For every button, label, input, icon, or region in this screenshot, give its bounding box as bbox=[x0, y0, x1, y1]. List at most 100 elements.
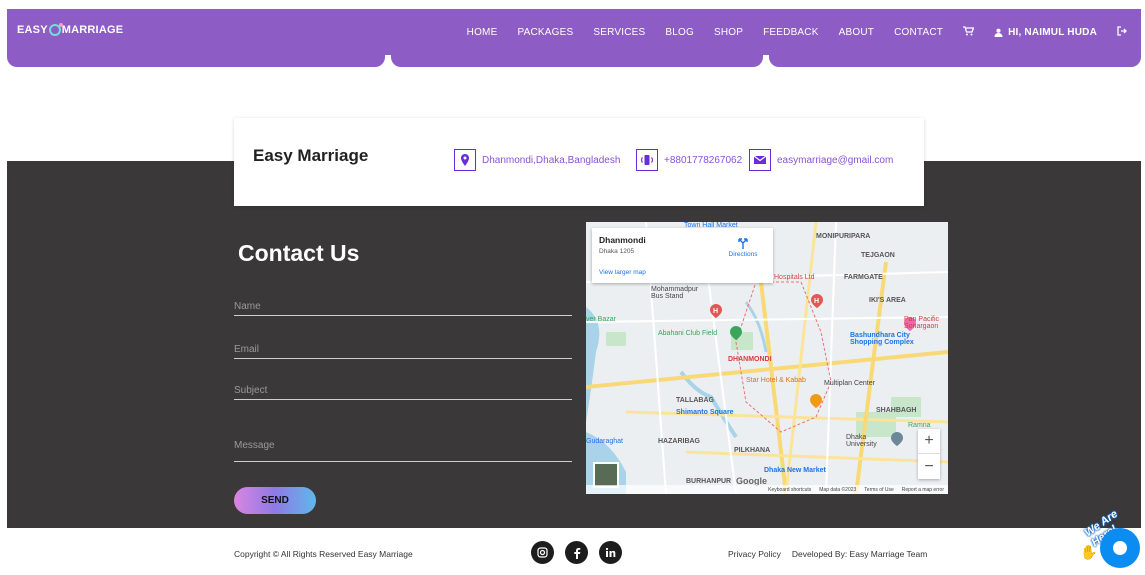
zoom-controls: + − bbox=[918, 429, 940, 479]
map-label: BURHANPUR bbox=[686, 478, 732, 485]
map-place-name: Dhanmondi bbox=[599, 235, 646, 245]
map-data-text: Map data ©2023 bbox=[819, 486, 857, 493]
nav-blog[interactable]: BLOG bbox=[665, 27, 694, 38]
map-label: HAZARIBAG bbox=[658, 438, 700, 445]
user-icon bbox=[994, 28, 1003, 37]
phone-text[interactable]: +8801778267062 bbox=[664, 155, 742, 166]
map-label: TEJGAON bbox=[861, 252, 895, 259]
instagram-icon[interactable] bbox=[531, 541, 554, 564]
report-error-link[interactable]: Report a map error bbox=[902, 487, 944, 493]
navbar-tab bbox=[769, 55, 1141, 67]
footer-links: Privacy Policy Developed By: Easy Marria… bbox=[728, 549, 927, 559]
nav-menu: HOME PACKAGES SERVICES BLOG SHOP FEEDBAC… bbox=[467, 9, 1127, 55]
map-label: Hospitals Ltd bbox=[774, 274, 815, 281]
send-button[interactable]: SEND bbox=[234, 487, 316, 514]
map-label: Dhaka University bbox=[846, 434, 877, 448]
nav-about[interactable]: ABOUT bbox=[839, 27, 874, 38]
map-label: DHANMONDI bbox=[728, 356, 772, 363]
name-field-wrap bbox=[234, 296, 572, 316]
map-label: Star Hotel & Kabab bbox=[746, 377, 806, 384]
nav-contact[interactable]: CONTACT bbox=[894, 27, 943, 38]
info-card: Easy Marriage Dhanmondi,Dhaka,Bangladesh… bbox=[234, 118, 924, 206]
email-field[interactable] bbox=[234, 344, 572, 355]
email-field-wrap bbox=[234, 339, 572, 359]
contact-section bbox=[7, 161, 1141, 528]
message-field-wrap bbox=[234, 440, 572, 462]
brand-right: MARRIAGE bbox=[61, 24, 124, 36]
view-larger-map-link[interactable]: View larger map bbox=[599, 269, 646, 276]
map-label: Abahani Club Field bbox=[658, 330, 718, 337]
map-label: Gudaraghat bbox=[586, 438, 623, 445]
map-label: FARMGATE bbox=[844, 274, 883, 281]
cart-icon[interactable] bbox=[963, 25, 975, 39]
info-title: Easy Marriage bbox=[253, 146, 369, 165]
hospital-marker-icon: H bbox=[811, 294, 823, 308]
nav-home[interactable]: HOME bbox=[467, 27, 498, 38]
restaurant-marker-icon bbox=[810, 394, 822, 408]
subject-field-wrap bbox=[234, 380, 572, 400]
map-label: Mohammadpur Bus Stand bbox=[651, 286, 699, 300]
map-label: Ramna bbox=[908, 422, 931, 429]
map-label: Shimanto Square bbox=[676, 409, 734, 416]
nav-feedback[interactable]: FEEDBACK bbox=[763, 27, 819, 38]
map-attribution: Keyboard shortcuts Map data ©2023 Terms … bbox=[586, 485, 948, 494]
map-label: Bashundhara City Shopping Complex bbox=[850, 332, 914, 346]
nav-shop[interactable]: SHOP bbox=[714, 27, 743, 38]
chat-widget[interactable]: We Are Here! ✋ bbox=[1080, 506, 1144, 575]
mail-icon bbox=[749, 149, 771, 171]
zoom-in-button[interactable]: + bbox=[918, 429, 940, 454]
email-text[interactable]: easymarriage@gmail.com bbox=[777, 155, 893, 166]
ring-icon bbox=[48, 23, 63, 36]
hospital-marker-icon: H bbox=[710, 304, 722, 318]
wave-hand-icon: ✋ bbox=[1080, 544, 1098, 560]
brand-logo[interactable]: EASY MARRIAGE bbox=[17, 23, 124, 36]
navbar-tab bbox=[391, 55, 763, 67]
map-label: ver Bazar bbox=[586, 316, 616, 323]
nav-services[interactable]: SERVICES bbox=[593, 27, 645, 38]
social-links bbox=[531, 541, 622, 564]
nav-packages[interactable]: PACKAGES bbox=[517, 27, 573, 38]
copyright-text: Copyright © All Rights Reserved Easy Mar… bbox=[234, 549, 413, 559]
info-phone: +8801778267062 bbox=[636, 149, 742, 171]
map-place-address: Dhaka 1205 bbox=[599, 248, 635, 255]
map-label: Pan Pacific Sonargaon bbox=[904, 316, 940, 330]
location-pin-icon bbox=[454, 149, 476, 171]
address-text: Dhanmondi,Dhaka,Bangladesh bbox=[482, 154, 621, 166]
map-label: Multiplan Center bbox=[824, 380, 875, 387]
message-field[interactable] bbox=[234, 440, 572, 458]
map-label: Dhaka New Market bbox=[764, 467, 826, 474]
info-email: easymarriage@gmail.com bbox=[749, 149, 893, 171]
logout-icon[interactable] bbox=[1117, 25, 1127, 39]
keyboard-shortcuts-link[interactable]: Keyboard shortcuts bbox=[768, 487, 811, 493]
linkedin-icon[interactable] bbox=[599, 541, 622, 564]
developed-by-text: Developed By: Easy Marriage Team bbox=[791, 549, 928, 559]
directions-label: Directions bbox=[728, 251, 758, 258]
user-menu[interactable]: HI, NAIMUL HUDA bbox=[994, 27, 1097, 38]
park-marker-icon bbox=[730, 326, 742, 340]
chat-bubble-icon[interactable] bbox=[1100, 528, 1140, 568]
svg-text:H: H bbox=[713, 308, 718, 315]
phone-icon bbox=[636, 149, 658, 171]
directions-icon bbox=[738, 238, 748, 249]
zoom-out-button[interactable]: − bbox=[918, 454, 940, 479]
brand-left: EASY bbox=[17, 24, 48, 36]
navbar: EASY MARRIAGE HOME PACKAGES SERVICES BLO… bbox=[7, 9, 1141, 55]
page: EASY MARRIAGE HOME PACKAGES SERVICES BLO… bbox=[0, 0, 1145, 575]
map-label: PILKHANA bbox=[734, 447, 771, 454]
facebook-icon[interactable] bbox=[565, 541, 588, 564]
svg-text:H: H bbox=[814, 298, 819, 305]
privacy-policy-link[interactable]: Privacy Policy bbox=[728, 549, 781, 559]
subject-field[interactable] bbox=[234, 385, 572, 396]
map-label: IKI'S AREA bbox=[869, 297, 906, 304]
info-address: Dhanmondi,Dhaka,Bangladesh bbox=[454, 149, 620, 171]
navbar-tabs bbox=[7, 55, 1141, 67]
directions-button[interactable]: Directions bbox=[723, 237, 763, 258]
navbar-tab bbox=[7, 55, 385, 67]
embedded-map[interactable]: H H Town Hall Market MONIPURIPARA TEJGAO… bbox=[586, 222, 948, 494]
user-label: HI, NAIMUL HUDA bbox=[1008, 26, 1097, 38]
terms-link[interactable]: Terms of Use bbox=[864, 487, 893, 493]
name-field[interactable] bbox=[234, 301, 572, 312]
map-label: MONIPURIPARA bbox=[816, 233, 871, 240]
chat-dot bbox=[1113, 541, 1127, 555]
contact-title: Contact Us bbox=[238, 240, 360, 266]
